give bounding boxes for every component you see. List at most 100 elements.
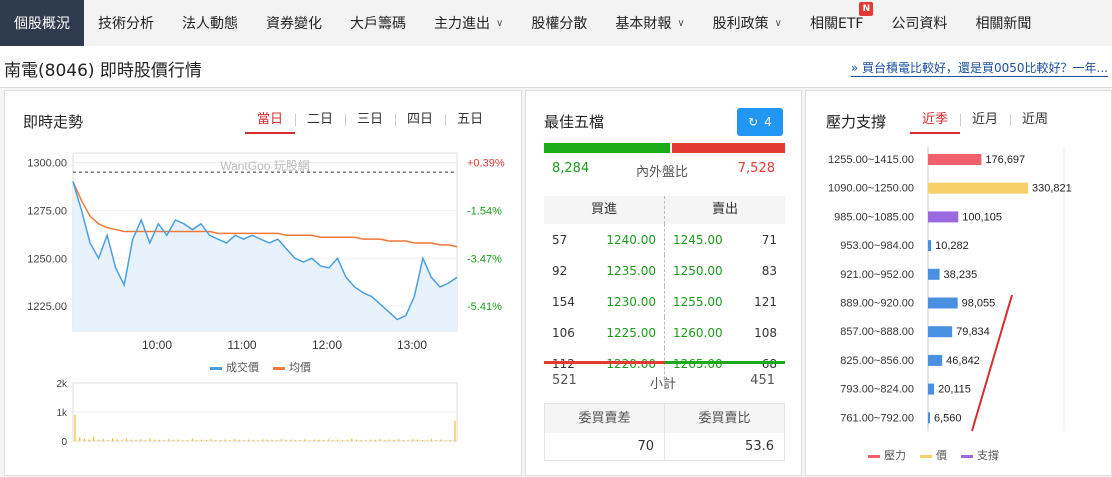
volume-bar [928,182,1028,194]
nav-item-label: 個股概況 [14,16,70,32]
range-label: 985.00~1085.00 [834,211,914,223]
pressure-chart: 1255.00~1415.00 176,697 1090.00~1250.00 330… [828,147,1072,432]
x-tick-label: 11:00 [227,338,256,352]
nav-item-8[interactable]: 股利政策 ∨ [699,0,796,46]
buy-price: 1240.00 [598,224,666,255]
x-tick-label: 13:00 [397,338,427,352]
sell-qty: 108 [754,325,777,340]
sell-price: 1260.00 [673,325,723,340]
orderbook-title: 最佳五檔 [544,113,605,131]
range-label: 953.00~984.00 [840,240,914,252]
book-row: 154 1230.00 1255.00 121 [544,286,785,317]
ratio-label: 內外盤比 [636,165,689,180]
outer-volume: 7,528 [737,161,775,176]
nav-item-1[interactable]: 技術分析 [84,0,168,46]
sell-total: 451 [750,373,775,388]
pressure-legend-item: 價 [920,447,947,463]
book-row: 92 1235.00 1250.00 83 [544,255,785,286]
volume-tick-label: 1k [56,408,68,419]
nav-item-label: 基本財報 [615,16,672,32]
volume-bar [928,326,953,338]
diff-label: 委買賣差 [545,404,665,433]
buy-price: 1225.00 [598,317,666,348]
volume-bar [928,154,982,165]
buy-qty: 92 [552,263,568,278]
book-row: 57 1240.00 1245.00 71 [544,224,785,255]
chevron-down-icon: ∨ [774,17,782,29]
nav-item-label: 技術分析 [98,16,154,32]
sell-price: 1250.00 [673,263,723,278]
volume-value: 98,055 [962,298,996,310]
volume-bar [928,297,958,309]
pct-tick-label: -3.47% [467,253,502,265]
pct-tick-label: -5.41% [467,301,502,313]
nav-item-2[interactable]: 法人動態 [168,0,252,46]
nav-item-11[interactable]: 相關新聞 [961,0,1045,46]
pressure-panel: 壓力支撐 近季 近月 近周 1255.00~1415.00 176,697 1090.0… [805,90,1112,476]
nav-item-5[interactable]: 主力進出 ∨ [420,0,517,46]
nav-item-label: 大戶籌碼 [350,16,406,32]
refresh-icon: ↻ [748,115,759,129]
nav-item-10[interactable]: 公司資料 [877,0,961,46]
nav-item-9[interactable]: 相關ETF N [796,0,877,46]
nav-item-0[interactable]: 個股概況 [0,0,84,46]
watermark: WantGoo 玩股網 [220,159,310,173]
nav-item-4[interactable]: 大戶籌碼 [336,0,420,46]
nav-item-label: 公司資料 [891,16,948,32]
volume-tick-label: 0 [61,437,67,448]
y-tick-label: 1225.00 [27,301,67,313]
volume-value: 38,235 [944,269,978,281]
sell-qty: 121 [754,294,777,309]
nav-item-6[interactable]: 股權分散 [517,0,601,46]
pct-tick-label: +0.39% [467,158,505,170]
sell-price: 1245.00 [673,232,723,247]
orderbook-panel: 最佳五檔 ↻ 4 8,284 內外盤比 7,528 買進 賣出 57 1240.0… [525,90,802,476]
nav-item-label: 股權分散 [531,16,588,32]
sell-header: 賣出 [711,202,738,217]
buy-price: 1235.00 [598,255,666,286]
buy-total: 521 [552,373,577,388]
ratio2-label: 委買賣比 [698,411,751,426]
sell-price: 1255.00 [673,294,723,309]
volume-bar [928,412,930,424]
range-label: 1090.00~1250.00 [828,183,914,195]
promo-link[interactable]: » 買台積電比較好，還是買0050比較好？一年... [850,59,1108,77]
chevron-down-icon: ∨ [677,17,685,29]
volume-value: 10,282 [935,240,969,252]
nav-item-3[interactable]: 資券變化 [252,0,336,46]
nav-item-label: 相關新聞 [975,16,1032,32]
pressure-legend: 壓力價支撐 [868,447,999,463]
range-label: 889.00~920.00 [840,298,914,310]
page-title: 南電(8046) 即時股價行情 [4,61,202,81]
title-bar: 南電(8046) 即時股價行情 » 買台積電比較好，還是買0050比較好？一年.… [0,46,1112,88]
volume-value: 79,834 [956,326,990,338]
buy-qty: 57 [552,232,568,247]
nav-item-7[interactable]: 基本財報 ∨ [601,0,698,46]
pressure-legend-item: 支撐 [961,447,999,463]
refresh-button[interactable]: ↻ 4 [737,108,783,136]
volume-bar [928,383,935,395]
volume-bar [928,268,940,280]
x-tick-label: 10:00 [142,338,172,352]
pct-tick-label: -1.54% [467,205,502,217]
sell-qty: 71 [761,232,777,247]
volume-bar [928,354,943,366]
book-table: 57 1240.00 1245.00 71 92 1235.00 1250.00 83 154 1… [544,224,785,379]
diff-value: 70 [545,433,665,461]
nav-item-label: 資券變化 [266,16,322,32]
volume-value: 330,821 [1032,183,1072,195]
buy-price: 1230.00 [598,286,666,317]
volume-bar [928,240,932,252]
legend-avg: 均價 [273,359,311,375]
range-label: 1255.00~1415.00 [828,154,914,166]
nav-item-label: 股利政策 [712,16,769,32]
subtotal-label: 小計 [650,377,677,392]
new-badge: N [859,2,874,16]
buy-qty: 106 [552,325,575,340]
range-label: 793.00~824.00 [840,384,914,396]
volume-value: 176,697 [985,154,1025,166]
book-divider [544,361,785,364]
nav-item-label: 主力進出 [434,16,490,32]
buy-qty: 154 [552,294,575,309]
y-tick-label: 1275.00 [27,205,67,217]
